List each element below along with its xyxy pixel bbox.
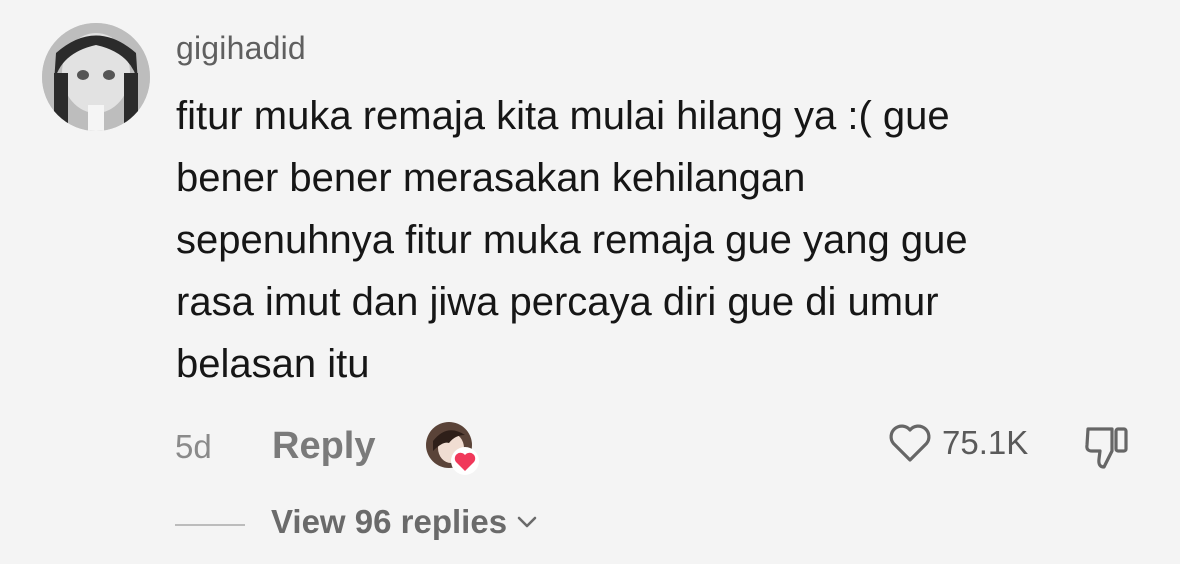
like-button[interactable]: 75.1K xyxy=(888,423,1028,463)
view-replies-button[interactable]: View 96 replies xyxy=(271,503,539,541)
commenter-avatar[interactable] xyxy=(42,23,150,131)
heart-filled-icon xyxy=(451,447,479,475)
replies-divider xyxy=(175,524,245,526)
comment-timestamp: 5d xyxy=(175,428,212,465)
creator-avatar xyxy=(426,422,479,475)
comment-username[interactable]: gigihadid xyxy=(176,30,306,67)
comment-text-line: rasa imut dan jiwa percaya diri gue di u… xyxy=(176,280,939,324)
comment-text-line: sepenuhnya fitur muka remaja gue yang gu… xyxy=(176,218,968,262)
avatar-image xyxy=(42,23,150,131)
comment-text-line: belasan itu xyxy=(176,342,370,386)
thumbs-down-icon xyxy=(1085,427,1128,469)
reply-button[interactable]: Reply xyxy=(272,425,375,468)
view-replies-label: View 96 replies xyxy=(271,503,508,540)
heart-outline-icon xyxy=(889,424,931,462)
dislike-button[interactable] xyxy=(1082,423,1134,471)
chevron-down-icon xyxy=(517,516,537,528)
comment-text-line: bener bener merasakan kehilangan xyxy=(176,156,806,200)
comment-text: fitur muka remaja kita mulai hilang ya :… xyxy=(176,85,1136,395)
creator-liked-badge xyxy=(425,421,481,477)
comment-text-line: fitur muka remaja kita mulai hilang ya :… xyxy=(176,94,950,138)
like-count: 75.1K xyxy=(942,424,1029,461)
